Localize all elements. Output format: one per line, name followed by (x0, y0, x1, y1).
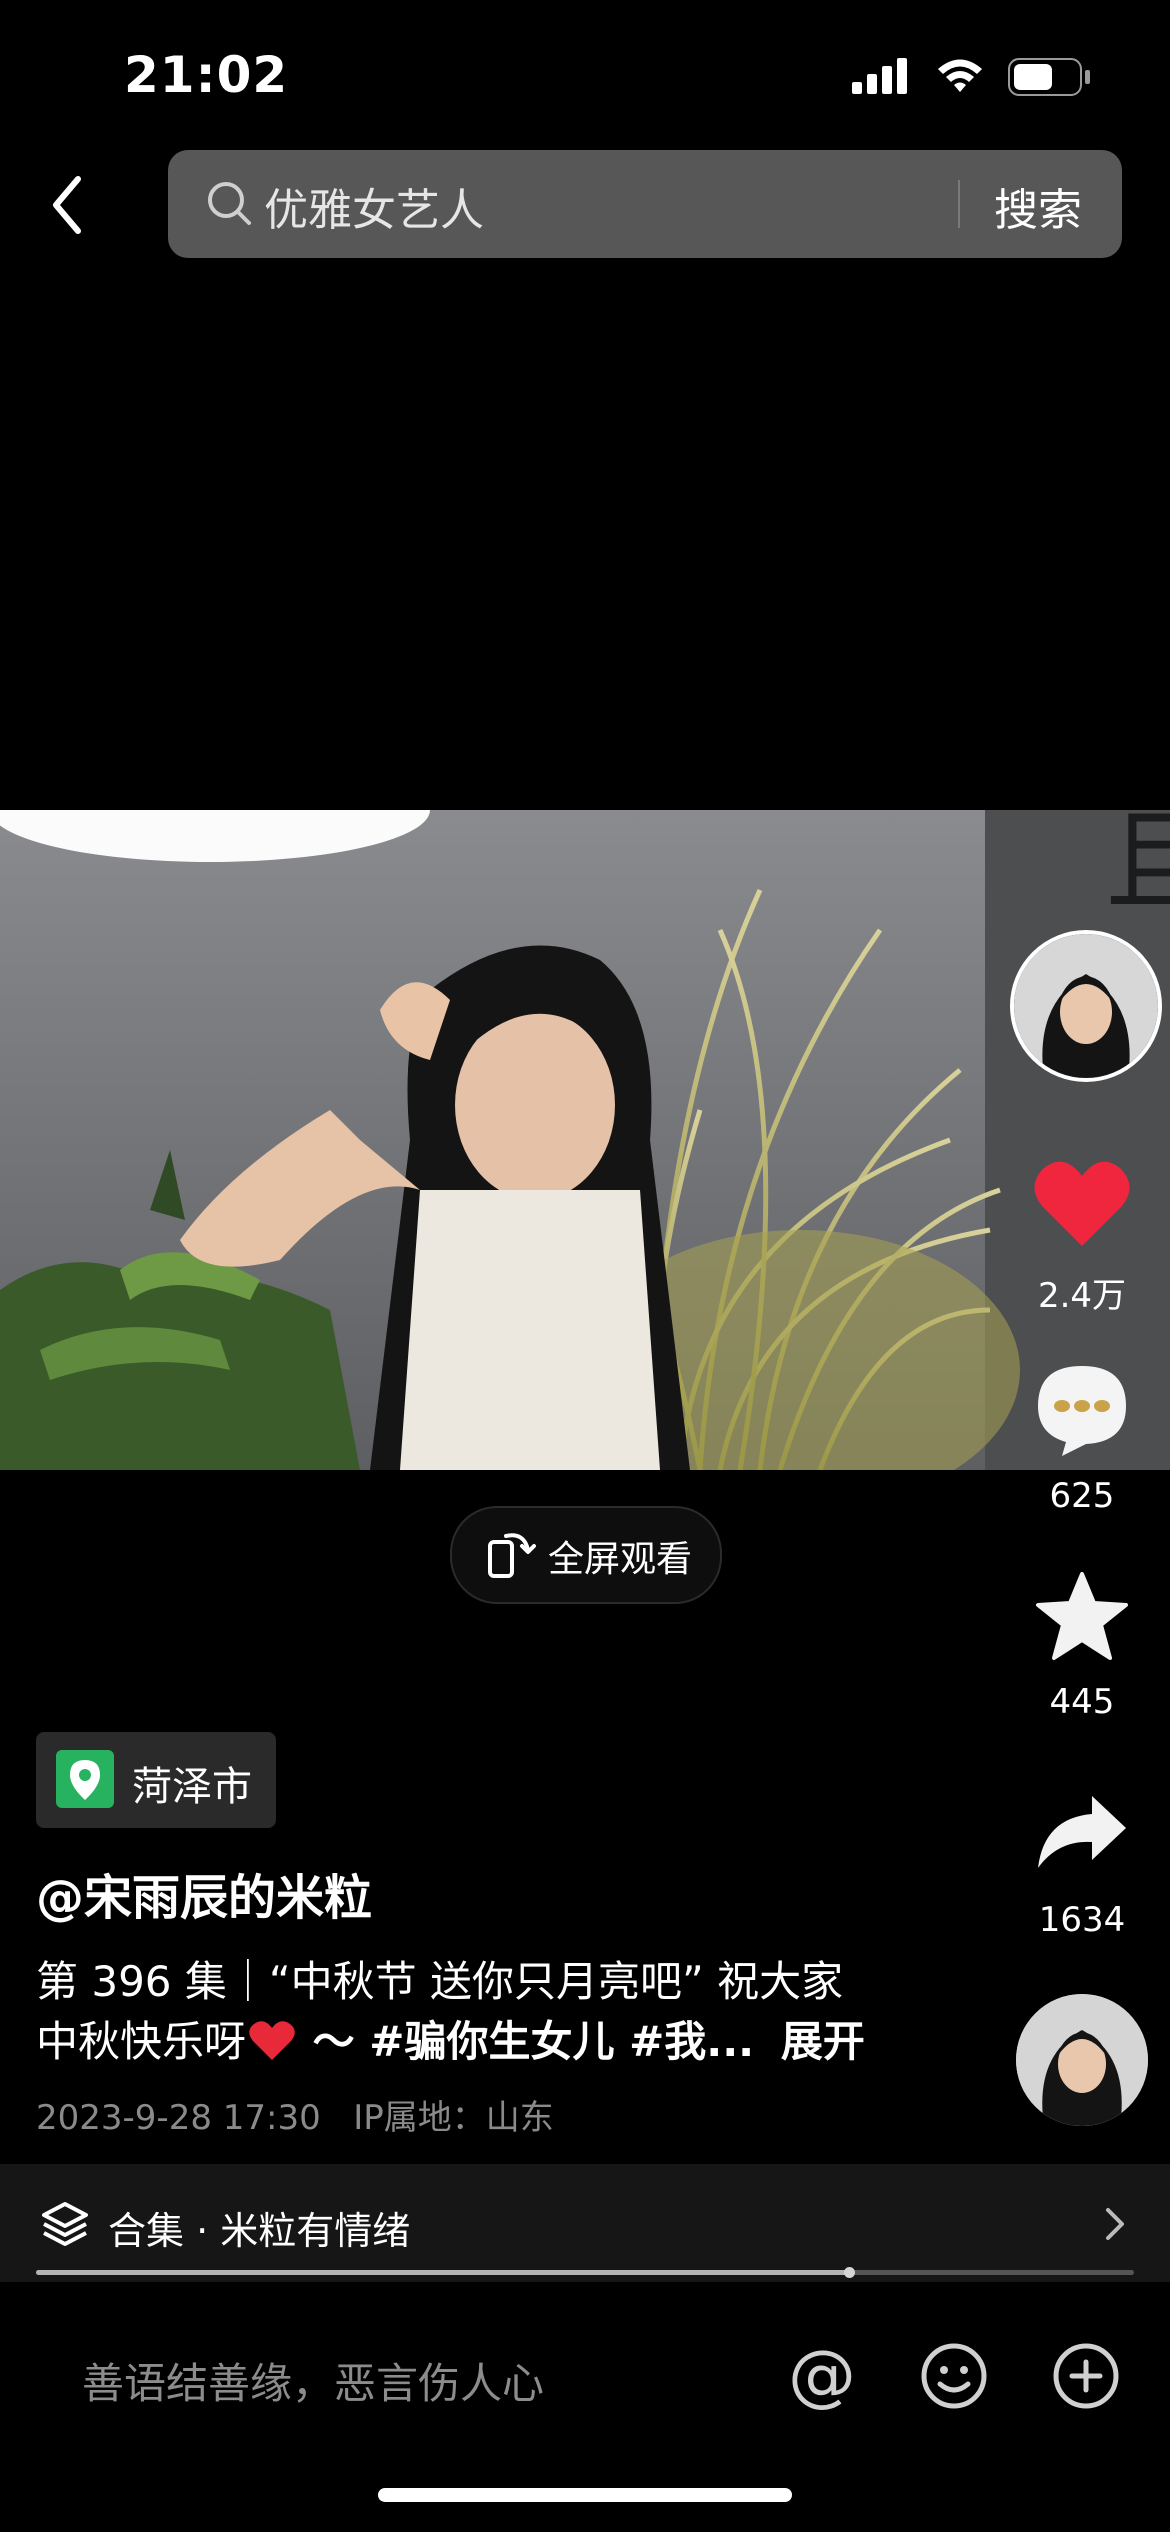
comment-icon[interactable] (1032, 1362, 1132, 1458)
back-button[interactable] (40, 165, 104, 245)
favorite-count: 445 (1049, 1682, 1115, 1722)
chevron-right-icon (1106, 2208, 1124, 2240)
search-icon (208, 182, 251, 225)
location-label: 菏泽市 (132, 1764, 252, 1810)
signal-icon (852, 58, 907, 94)
share-arrow-icon[interactable] (1034, 1792, 1130, 1872)
collection-bar[interactable]: 合集 · 米粒有情绪 (0, 2164, 1170, 2282)
description-hashtags[interactable]: ～ #骗你生女儿 #我... (298, 2017, 755, 2066)
svg-text:@: @ (788, 2342, 856, 2414)
ip-location: IP属地：山东 (353, 2098, 554, 2138)
video-player[interactable]: 且 街 (0, 810, 1170, 1470)
description-line-2: 中秋快乐呀 ～ #骗你生女儿 #我... 展开 (36, 2008, 865, 2069)
location-pin-icon (56, 1750, 114, 1808)
like-heart-icon[interactable] (1032, 1158, 1132, 1250)
progress-knob[interactable] (843, 2267, 855, 2278)
expand-button[interactable]: 展开 (781, 2017, 865, 2066)
collection-label: 合集 · 米粒有情绪 (108, 2209, 411, 2253)
location-chip[interactable]: 菏泽市 (36, 1732, 276, 1828)
author-avatar[interactable] (1010, 930, 1162, 1082)
avatar-image (1014, 934, 1158, 1078)
wall-character: 且 街 (1105, 810, 1170, 926)
comment-input[interactable]: 善语结善缘，恶言伤人心 (82, 2350, 544, 2411)
description-text: 中秋快乐呀 (36, 2017, 247, 2066)
home-indicator (378, 2488, 792, 2502)
fullscreen-label: 全屏观看 (548, 1539, 693, 1580)
mention-at-icon[interactable]: @ (786, 2342, 858, 2414)
fullscreen-button[interactable]: 全屏观看 (450, 1506, 722, 1604)
wifi-icon (938, 59, 982, 92)
music-disc-avatar[interactable] (1016, 1994, 1148, 2126)
comment-count: 625 (1049, 1476, 1115, 1516)
search-input[interactable]: 优雅女艺人 (264, 174, 484, 238)
search-bar[interactable]: 优雅女艺人 搜索 (168, 150, 1122, 258)
red-heart-emoji-icon (249, 2021, 295, 2060)
layers-icon (42, 2202, 88, 2246)
video-progress-bar[interactable] (36, 2267, 1134, 2278)
video-frame: 且 街 (0, 810, 1170, 1470)
share-count: 1634 (1038, 1900, 1126, 1940)
battery-icon (1008, 58, 1090, 96)
progress-fill (36, 2270, 849, 2275)
emoji-smile-icon[interactable] (920, 2342, 988, 2410)
post-meta: 2023-9-28 17:30 IP属地：山东 (36, 2090, 554, 2139)
rotate-screen-icon (488, 1533, 536, 1578)
music-disc-image (1016, 1994, 1148, 2126)
status-time: 21:02 (124, 46, 289, 104)
search-divider (958, 180, 960, 228)
description-line-1: 第 396 集｜“中秋节 送你只月亮吧” 祝大家 (36, 1957, 844, 2006)
add-plus-icon[interactable] (1052, 2342, 1120, 2410)
post-date: 2023-9-28 17:30 (36, 2098, 321, 2138)
search-button[interactable]: 搜索 (994, 174, 1082, 238)
like-count: 2.4万 (1037, 1276, 1127, 1316)
favorite-star-icon[interactable] (1034, 1570, 1130, 1662)
author-name[interactable]: @宋雨辰的米粒 (36, 1858, 372, 1928)
